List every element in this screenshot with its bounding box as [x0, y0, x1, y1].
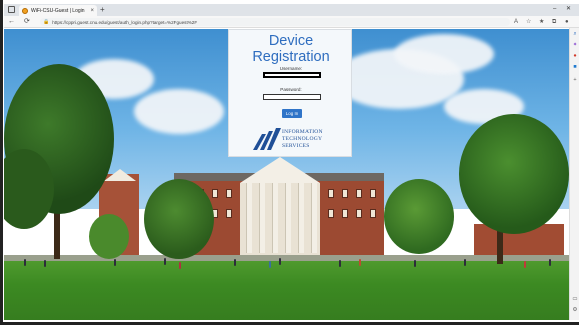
- logo-line-1: INFORMATION: [282, 129, 323, 135]
- person: [359, 259, 361, 266]
- lock-icon[interactable]: 🔒: [43, 19, 49, 25]
- person: [524, 261, 526, 268]
- copilot-icon[interactable]: ✦: [572, 42, 578, 48]
- profile-icon[interactable]: ●: [565, 16, 569, 28]
- person: [234, 259, 236, 266]
- window: [226, 189, 232, 198]
- person: [269, 261, 271, 268]
- collections-icon[interactable]: ⧉: [552, 16, 556, 28]
- window: [356, 189, 362, 198]
- url-text: https://cppri.guest.cnu.edu/guest/auth_l…: [52, 19, 198, 25]
- window: [328, 209, 334, 218]
- tree: [144, 179, 214, 259]
- column: [311, 183, 317, 253]
- window: [212, 189, 218, 198]
- page-title: Device Registration: [252, 33, 330, 65]
- settings-icon[interactable]: ⚙: [572, 307, 578, 313]
- tab-actions-icon[interactable]: [8, 6, 15, 13]
- shopping-icon[interactable]: ●: [572, 53, 578, 59]
- logo-line-3: SERVICES: [282, 142, 310, 149]
- address-toolbar: ← ⟳ 🔒 https://cppri.guest.cnu.edu/guest/…: [4, 16, 579, 28]
- tab-strip: WiFi-CSU-Guest | Login × + – ✕: [4, 4, 579, 16]
- window: [328, 189, 334, 198]
- person: [164, 258, 166, 265]
- tree: [384, 179, 454, 254]
- column: [272, 183, 278, 253]
- new-tab-button[interactable]: +: [100, 5, 105, 15]
- person: [179, 262, 181, 269]
- person: [44, 260, 46, 267]
- password-field[interactable]: [263, 94, 321, 100]
- tree: [459, 114, 569, 234]
- logo-line-2: TECHNOLOGY: [282, 135, 323, 142]
- browser-tab[interactable]: WiFi-CSU-Guest | Login ×: [19, 5, 97, 16]
- person: [414, 260, 416, 267]
- tree: [89, 214, 129, 259]
- its-logo-text: INFORMATION TECHNOLOGY SERVICES: [282, 129, 323, 149]
- search-icon[interactable]: ⌕: [572, 31, 578, 37]
- window: [226, 209, 232, 218]
- cloud: [394, 34, 494, 74]
- username-label: Username:: [279, 66, 303, 71]
- back-icon[interactable]: ←: [8, 16, 15, 28]
- person: [339, 260, 341, 267]
- page-content: Device Registration Username: Password: …: [4, 29, 569, 320]
- favorites-icon[interactable]: ★: [539, 16, 544, 28]
- browser-sidebar: ⌕ ✦ ● ■ + ▭ ⚙: [569, 28, 579, 320]
- person: [114, 259, 116, 266]
- tab-title: WiFi-CSU-Guest | Login: [31, 7, 85, 14]
- refresh-icon[interactable]: ⟳: [24, 16, 30, 28]
- lawn: [4, 261, 569, 320]
- window: [342, 189, 348, 198]
- sidebar-layout-icon[interactable]: ▭: [572, 296, 578, 302]
- tab-close-icon[interactable]: ×: [90, 8, 94, 14]
- address-bar[interactable]: 🔒 https://cppri.guest.cnu.edu/guest/auth…: [40, 18, 510, 26]
- column: [298, 183, 304, 253]
- window: [356, 209, 362, 218]
- window: [370, 189, 376, 198]
- read-aloud-icon[interactable]: A: [514, 16, 518, 28]
- minimize-button[interactable]: –: [553, 4, 556, 15]
- its-logo-icon: [253, 128, 281, 150]
- username-field[interactable]: [263, 72, 321, 78]
- person: [279, 258, 281, 265]
- screen: WiFi-CSU-Guest | Login × + – ✕ ← ⟳ 🔒 htt…: [0, 0, 579, 325]
- office-icon[interactable]: ■: [572, 64, 578, 70]
- column: [285, 183, 291, 253]
- person: [549, 259, 551, 266]
- building-portico: [240, 183, 320, 259]
- add-sidebar-icon[interactable]: +: [572, 77, 578, 83]
- person: [24, 259, 26, 266]
- password-label: Password:: [280, 87, 302, 92]
- login-button[interactable]: Log In: [282, 109, 302, 118]
- column: [246, 183, 252, 253]
- favorites-add-icon[interactable]: ☆: [526, 16, 531, 28]
- cloud: [134, 89, 224, 134]
- site-favicon-icon: [22, 7, 28, 14]
- person: [464, 259, 466, 266]
- login-panel: Device Registration Username: Password: …: [228, 29, 352, 157]
- window: [342, 209, 348, 218]
- close-window-button[interactable]: ✕: [566, 4, 571, 15]
- column: [259, 183, 265, 253]
- window: [370, 209, 376, 218]
